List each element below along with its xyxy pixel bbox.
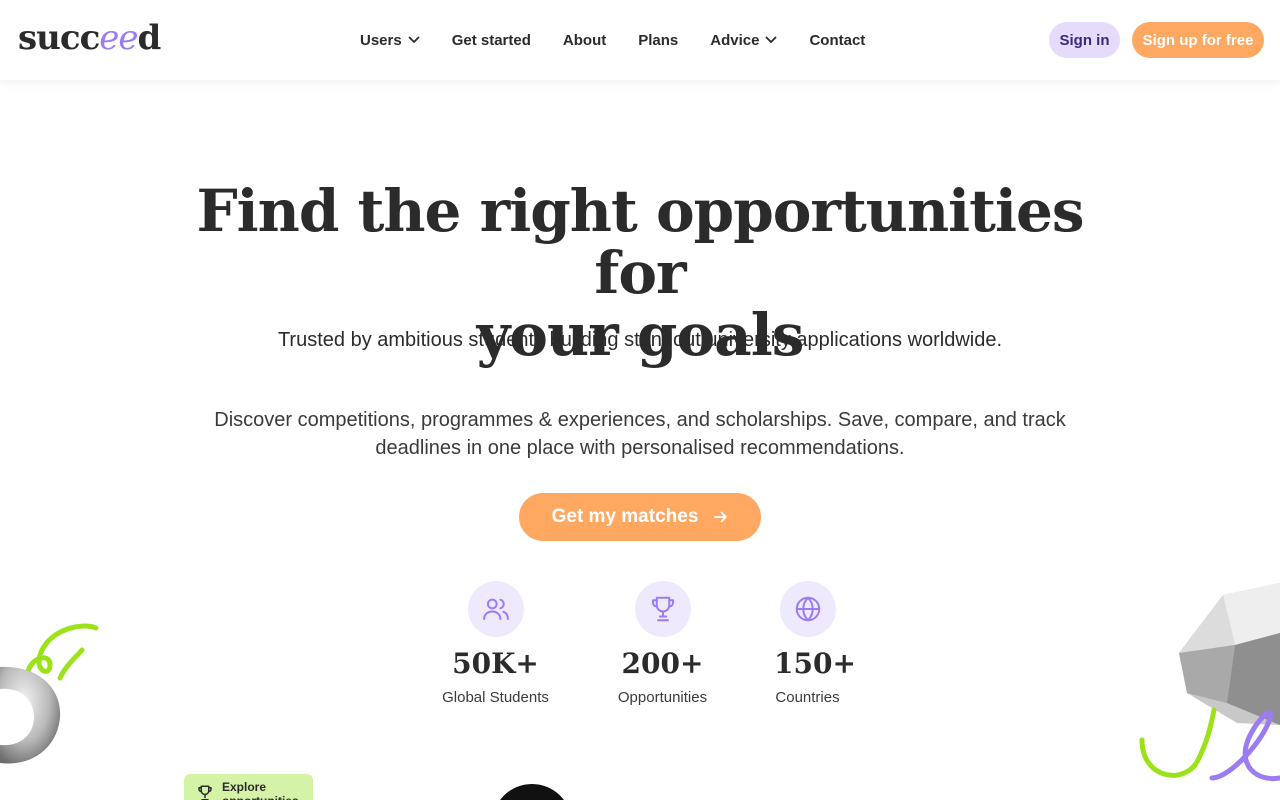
chevron-down-icon [408,36,420,43]
nav-item-label: Get started [451,31,531,49]
nav-item-label: About [562,31,607,49]
logo-text-end: d [137,18,162,58]
stat-icon-wrap [779,581,836,637]
nav-item-label: Plans [638,31,679,49]
globe-icon [795,596,820,622]
hero-subtitle: Trusted by ambitious students building s… [277,329,1003,351]
stat-label: Countries [775,689,840,706]
stat-icon-wrap [467,581,524,637]
stat-value: 50K+ [452,647,539,680]
hero-description: Discover competitions, programmes & expe… [214,409,1066,459]
nav-item-label: Users [360,31,402,49]
nav-item-get-started[interactable]: Get started [452,30,531,50]
stat-value: 200+ [621,647,704,680]
stat-countries: 150+ Countries [774,581,856,706]
explore-card-label: Explore opportunities [222,780,299,800]
stat-icon-wrap [634,581,691,637]
stat-opportunities: 200+ Opportunities [615,581,710,706]
nav-item-plans[interactable]: Plans [638,30,678,50]
cta-label: Get my matches [551,506,699,527]
get-matches-button[interactable]: Get my matches [519,493,761,541]
hero-title-line1: Find the right opportunities for [196,177,1084,307]
trophy-icon [651,596,674,622]
sign-up-button[interactable]: Sign up for free [1132,22,1264,58]
top-navbar: succeed Users Get started About Plans Ad… [0,0,1280,80]
users-icon [482,598,509,620]
logo-text-start: succ [18,18,100,58]
stat-label: Global Students [442,689,549,706]
stat-label: Opportunities [617,689,708,706]
nav-item-label: Contact [809,31,866,49]
stat-global-students: 50K+ Global Students [440,581,551,706]
nav-item-contact[interactable]: Contact [809,30,865,50]
squiggle-lime-purple-icon [1139,707,1280,782]
explore-opportunities-card[interactable]: Explore opportunities [184,774,313,800]
arrow-right-icon [714,511,728,523]
main-nav: Users Get started About Plans Advice Con… [360,30,897,50]
person-photo [492,784,572,800]
trophy-icon [198,785,212,800]
stat-value: 150+ [774,647,856,680]
nav-item-about[interactable]: About [563,30,606,50]
logo-text-mid: ee [99,18,138,58]
site-logo[interactable]: succeed [18,18,162,58]
nav-item-advice[interactable]: Advice [710,30,777,50]
nav-item-users[interactable]: Users [360,30,420,50]
nav-item-label: Advice [710,31,760,49]
sign-in-button[interactable]: Sign in [1049,22,1120,58]
chevron-down-icon [766,36,777,43]
torus-gray-icon [0,666,61,764]
